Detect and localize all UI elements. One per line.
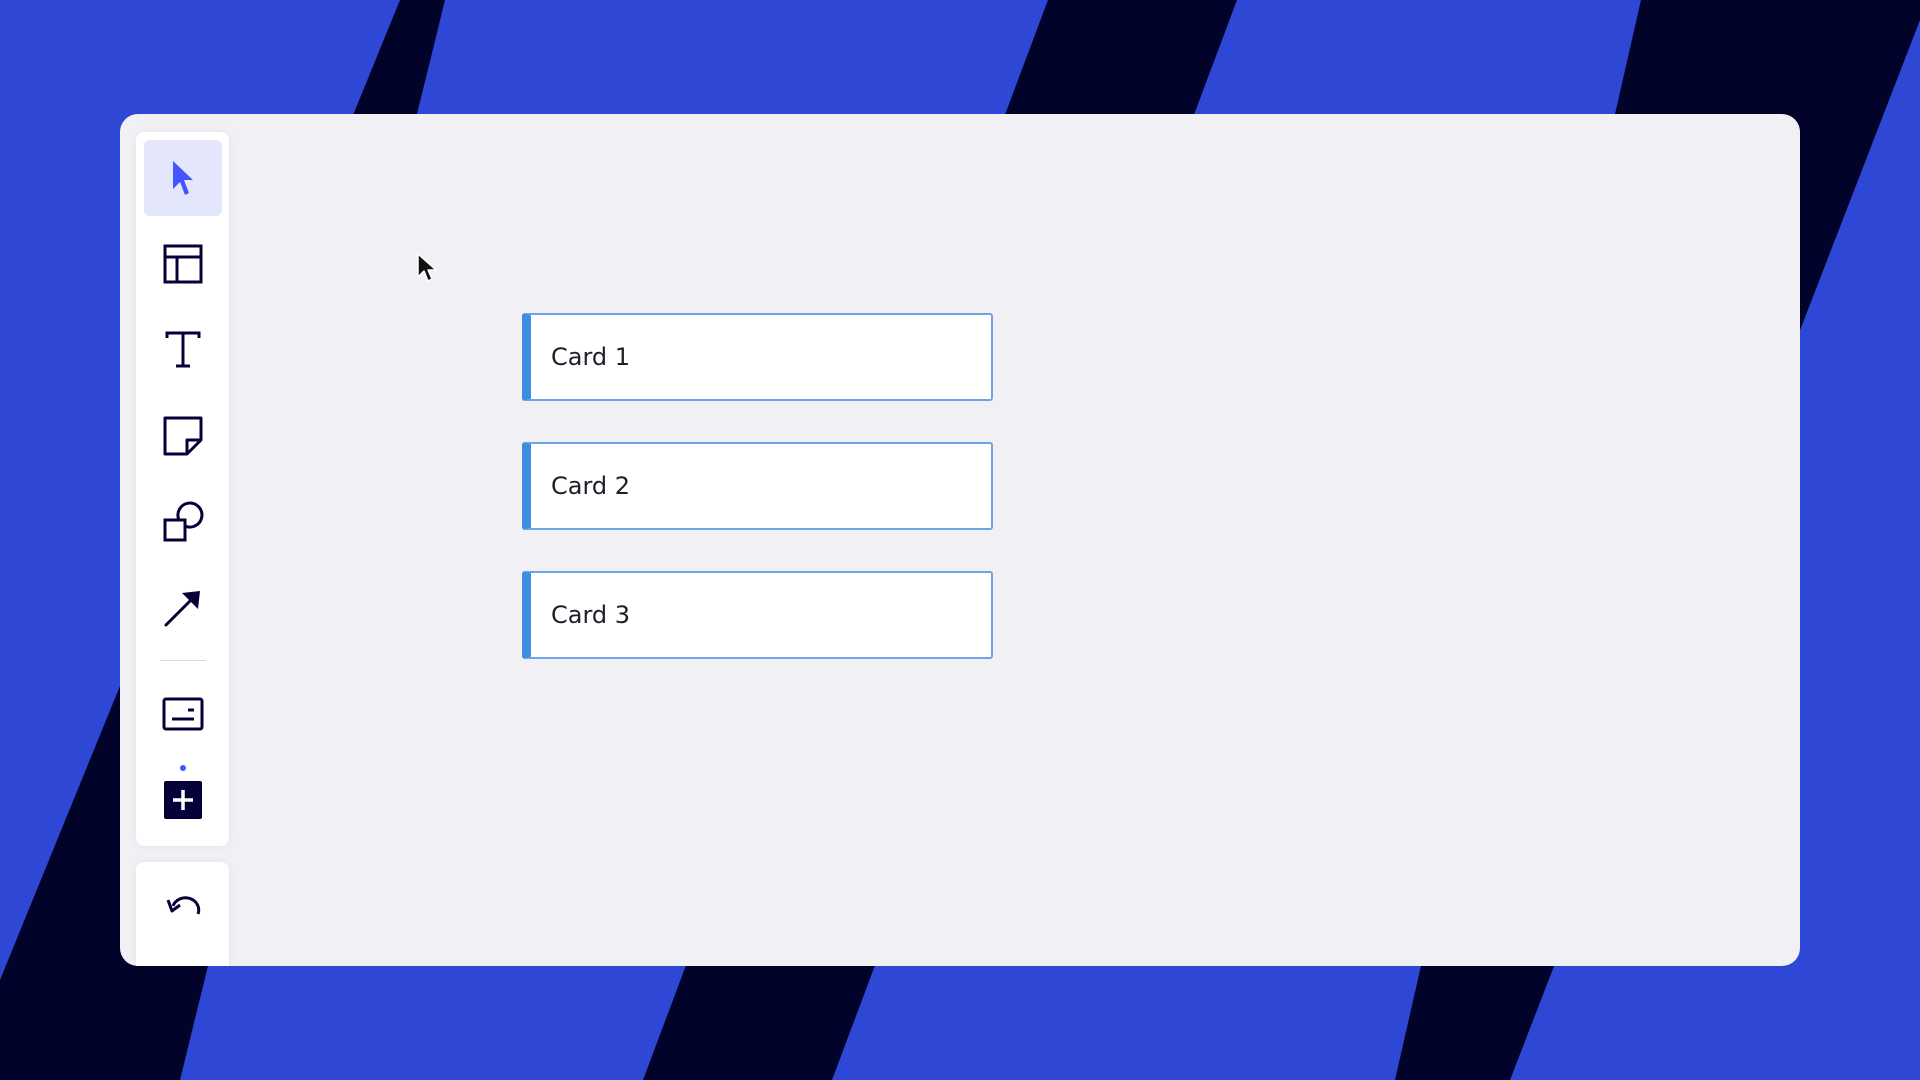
card-template-icon bbox=[162, 697, 204, 731]
tool-text[interactable] bbox=[144, 312, 222, 388]
cursor-arrow-icon bbox=[173, 161, 193, 195]
shapes-icon bbox=[163, 501, 204, 542]
undo-panel bbox=[136, 862, 229, 966]
add-apps-icon bbox=[164, 781, 202, 819]
tool-palette bbox=[136, 132, 229, 846]
tool-apps[interactable] bbox=[144, 762, 222, 838]
undo-icon bbox=[166, 896, 201, 915]
card-2[interactable]: Card 2 bbox=[522, 442, 993, 530]
text-t-icon bbox=[165, 331, 201, 368]
tool-shapes[interactable] bbox=[144, 484, 222, 560]
card-label: Card 3 bbox=[551, 601, 631, 629]
notification-dot bbox=[180, 765, 186, 771]
tool-card[interactable] bbox=[144, 676, 222, 752]
card-label: Card 1 bbox=[551, 343, 631, 371]
whiteboard-canvas[interactable]: Card 1 Card 2 Card 3 bbox=[245, 114, 1800, 966]
card-3[interactable]: Card 3 bbox=[522, 571, 993, 659]
tool-connection-line[interactable] bbox=[144, 570, 222, 646]
layout-frame-icon bbox=[163, 244, 203, 284]
sticky-note-icon bbox=[163, 416, 203, 456]
toolbar-divider bbox=[160, 660, 206, 661]
tool-frame[interactable] bbox=[144, 226, 222, 302]
card-label: Card 2 bbox=[551, 472, 631, 500]
whiteboard-window: Card 1 Card 2 Card 3 bbox=[120, 114, 1800, 966]
tool-select[interactable] bbox=[144, 140, 222, 216]
arrow-line-icon bbox=[164, 591, 200, 627]
tool-sticky-note[interactable] bbox=[144, 398, 222, 474]
card-1[interactable]: Card 1 bbox=[522, 313, 993, 401]
undo-button[interactable] bbox=[144, 870, 222, 946]
